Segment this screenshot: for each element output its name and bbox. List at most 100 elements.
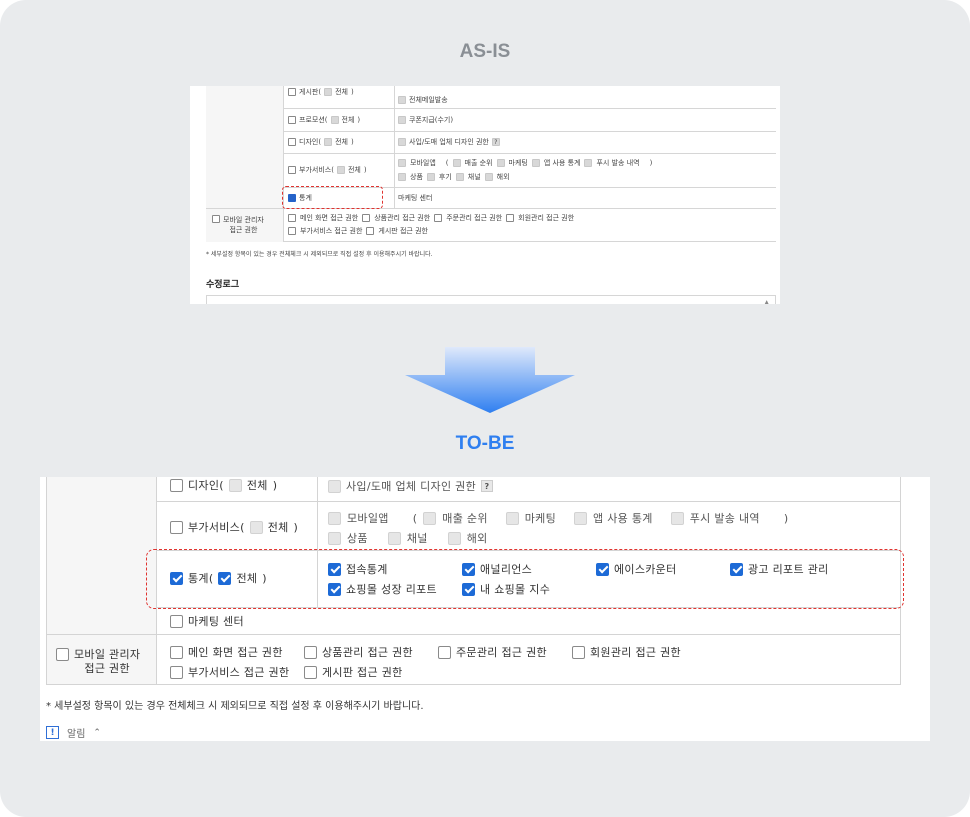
label: 전체 [335, 88, 348, 96]
asis-note: * 세부설정 항목이 있는 경우 전체체크 시 제외되므로 직접 설정 후 이용… [206, 251, 433, 258]
checkbox[interactable] [531, 159, 540, 167]
checkbox[interactable] [324, 138, 333, 146]
checkbox[interactable] [398, 138, 406, 146]
checkbox[interactable] [170, 520, 183, 534]
checkbox[interactable] [170, 645, 183, 659]
label: ) [649, 159, 653, 167]
checkbox[interactable] [249, 520, 263, 534]
checkbox[interactable] [496, 159, 505, 167]
checkbox[interactable] [572, 645, 585, 659]
checkbox[interactable] [484, 173, 493, 181]
asis-addon-line1: 모바일앱 ( 매출 순위 마케팅 앱 사용 통계 푸시 발송 내역 ) [398, 158, 652, 168]
checkbox[interactable] [170, 478, 183, 492]
label: ( [445, 159, 449, 167]
checkbox[interactable] [56, 648, 69, 661]
scroll-up-icon[interactable]: ▲ [764, 299, 769, 304]
checkbox[interactable] [362, 214, 371, 222]
checkbox[interactable] [506, 214, 515, 222]
checkbox[interactable] [324, 88, 333, 96]
checkbox[interactable] [398, 159, 406, 167]
label: 푸시 발송 내역 [596, 159, 640, 167]
checkbox[interactable] [288, 214, 296, 222]
down-arrow-icon [405, 347, 575, 413]
help-icon[interactable]: ? [491, 138, 500, 146]
tobe-addon-line2: 상품 채널 해외 [328, 530, 488, 546]
label: 채널 [406, 532, 428, 545]
checkbox[interactable] [455, 173, 464, 181]
label: 전체 [347, 166, 361, 174]
label: 후기 [438, 173, 452, 181]
asis-design-row: 디자인( 전체 ) [288, 137, 354, 147]
checkbox[interactable] [304, 665, 317, 679]
label: 전체 [341, 116, 355, 124]
checkbox[interactable] [328, 479, 341, 493]
checkbox[interactable] [434, 214, 443, 222]
checkbox[interactable] [366, 227, 375, 235]
checkbox[interactable] [288, 166, 296, 174]
mobile-member-access[interactable]: 회원관리 접근 권한 [572, 644, 681, 660]
checkbox[interactable] [426, 173, 435, 181]
checkbox[interactable] [228, 478, 242, 492]
checkbox[interactable] [288, 88, 296, 96]
checkbox[interactable] [170, 665, 183, 679]
tobe-addon-line1: 모바일앱 ( 매출 순위 마케팅 앱 사용 통계 푸시 발송 내역 ) [328, 510, 788, 526]
tobe-note: * 세부설정 항목이 있는 경우 전체체크 시 제외되므로 직접 설정 후 이용… [46, 701, 424, 712]
label: 게시판 접근 권한 [378, 227, 428, 235]
asis-addon-row: 부가서비스( 전체 ) [288, 165, 367, 175]
checkbox[interactable] [398, 96, 406, 104]
checkbox[interactable] [336, 166, 345, 174]
checkbox[interactable] [574, 511, 588, 525]
checkbox[interactable] [398, 116, 406, 124]
checkbox[interactable] [288, 116, 296, 124]
checkbox[interactable] [304, 645, 317, 659]
label: 메인 화면 접근 권한 [188, 646, 283, 659]
checkbox[interactable] [330, 116, 339, 124]
tobe-highlight-box [146, 549, 904, 609]
tobe-screenshot: 디자인( 전체 ) 사입/도매 업체 디자인 권한 ? 부가서비스( 전체 ) … [40, 477, 930, 741]
checkbox[interactable] [452, 159, 461, 167]
notice-toggle[interactable]: ! 알림 ⌃ [46, 725, 101, 740]
help-icon[interactable]: ? [481, 480, 494, 492]
label: 접근 권한 [229, 226, 258, 234]
checkbox[interactable] [170, 614, 183, 628]
label: 마케팅 센터 [398, 194, 433, 202]
mobile-product-access[interactable]: 상품관리 접근 권한 [304, 644, 413, 660]
asis-promotion-row: 프로모션( 전체 ) [288, 115, 360, 125]
checkbox[interactable] [288, 227, 296, 235]
label: ) [272, 478, 278, 492]
checkbox[interactable] [584, 159, 593, 167]
label: 전체 [246, 479, 268, 492]
mobile-board-access[interactable]: 게시판 접근 권한 [304, 664, 403, 680]
asis-mobile-line1: 메인 화면 접근 권한 상품관리 접근 권한 주문관리 접근 권한 회원관리 접… [288, 213, 574, 223]
checkbox[interactable] [423, 511, 437, 525]
label: 게시판 접근 권한 [322, 666, 403, 679]
mobile-main-access[interactable]: 메인 화면 접근 권한 [170, 644, 283, 660]
label: 전체 [267, 521, 289, 534]
mobile-order-access[interactable]: 주문관리 접근 권한 [438, 644, 547, 660]
label: 상품관리 접근 권한 [374, 214, 431, 222]
checkbox[interactable] [387, 531, 401, 545]
label: 모바일앱 [347, 512, 389, 525]
label: 마케팅 [508, 159, 528, 167]
asis-log-box[interactable]: ▲ [206, 295, 776, 304]
checkbox[interactable] [438, 645, 451, 659]
checkbox[interactable] [670, 511, 684, 525]
label: 사입/도매 업체 디자인 권한 [409, 138, 489, 146]
asis-addon-line2: 상품 후기 채널 해외 [398, 172, 510, 182]
asis-stats-right: 마케팅 센터 [398, 193, 432, 203]
checkbox[interactable] [505, 511, 519, 525]
checkbox[interactable] [328, 531, 341, 545]
checkbox[interactable] [212, 215, 220, 223]
label: 해외 [496, 173, 510, 181]
checkbox[interactable] [398, 173, 406, 181]
checkbox[interactable] [288, 138, 296, 146]
tobe-marketing-center[interactable]: 마케팅 센터 [170, 613, 244, 629]
label: 전체메일발송 [409, 96, 448, 104]
mobile-addon-access[interactable]: 부가서비스 접근 권한 [170, 664, 289, 680]
label: 매출 순위 [464, 159, 493, 167]
checkbox[interactable] [447, 531, 461, 545]
comparison-card: AS-IS 게시판( 전체 ) 전체메일발송 프로모션(전체) 쿠폰지급(수… [0, 0, 970, 817]
checkbox[interactable] [328, 511, 341, 525]
label: 모바일 관리자 [223, 216, 264, 224]
label: 푸시 발송 내역 [689, 512, 760, 525]
